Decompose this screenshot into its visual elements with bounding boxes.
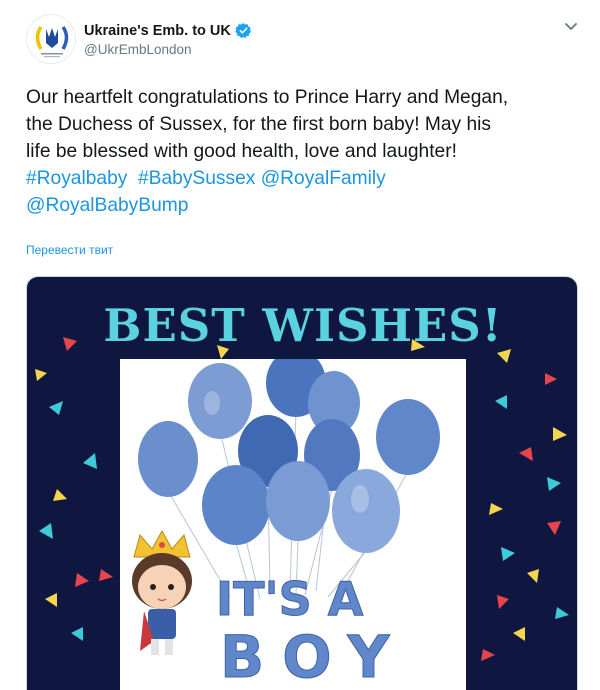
account-handle[interactable]: @UkrEmbLondon [84, 42, 192, 57]
cartoon-prince [132, 529, 192, 655]
photo-text-its-a: IT'S A [216, 572, 364, 626]
hashtag-babysussex[interactable]: #BabySussex [138, 168, 255, 189]
its-a-boy-photo: IT'S A BOY [120, 359, 466, 690]
account-name-row[interactable]: Ukraine's Emb. to UK [84, 22, 252, 39]
tweet-text: Our heartfelt congratulations to Prince … [26, 84, 586, 219]
tweet-media-image[interactable]: BEST WISHES! IT'S A BOY [26, 276, 578, 690]
avatar[interactable] [26, 14, 76, 64]
hashtag-line: #Royalbaby #BabySussex @RoyalFamily [26, 165, 586, 192]
embassy-logo-icon [27, 15, 75, 63]
translate-tweet-link[interactable]: Перевести твит [26, 243, 113, 257]
hashtag-royalbaby[interactable]: #Royalbaby [26, 168, 127, 189]
mention-royalbabybump[interactable]: @RoyalBabyBump [26, 195, 188, 216]
tweet-text-line: life be blessed with good health, love a… [26, 141, 457, 162]
photo-text-boy: BOY [220, 623, 407, 690]
tweet-text-line: the Duchess of Sussex, for the first bor… [26, 114, 491, 135]
balloons-illustration: IT'S A BOY [132, 359, 440, 690]
tweet-text-line: Our heartfelt congratulations to Prince … [26, 87, 509, 108]
best-wishes-heading: BEST WISHES! [103, 299, 503, 352]
mention-line: @RoyalBabyBump [26, 192, 586, 219]
chevron-down-icon[interactable] [564, 22, 578, 32]
tweet-card: Ukraine's Emb. to UK @UkrEmbLondon Our h… [0, 0, 600, 690]
mention-royalfamily[interactable]: @RoyalFamily [261, 168, 386, 189]
display-name[interactable]: Ukraine's Emb. to UK [84, 23, 231, 39]
verified-badge-icon [235, 23, 251, 39]
